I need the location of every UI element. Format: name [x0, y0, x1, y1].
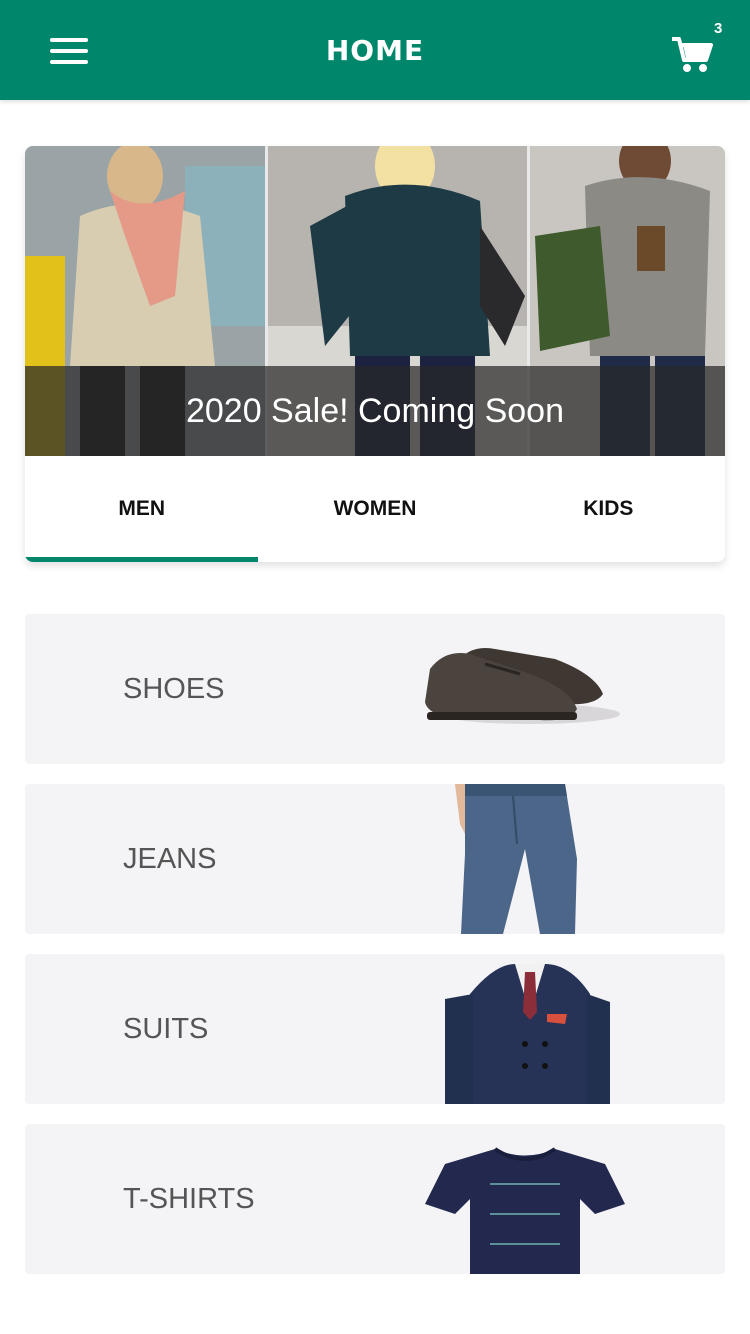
jeans-image — [455, 784, 577, 934]
menu-button[interactable] — [40, 28, 98, 74]
category-item-suits[interactable]: SUITS — [25, 954, 725, 1104]
cart-icon — [672, 37, 713, 72]
menu-icon-line — [50, 38, 88, 42]
sale-banner[interactable]: 2020 Sale! Coming Soon — [25, 146, 725, 456]
category-tabs: MEN WOMEN KIDS — [25, 456, 725, 562]
suit-image — [445, 964, 610, 1104]
page-title: HOME — [325, 33, 425, 67]
tshirt-image — [425, 1147, 625, 1274]
promo-card: 2020 Sale! Coming Soon MEN WOMEN KIDS — [25, 146, 725, 562]
app-bar: HOME 3 — [0, 0, 750, 100]
cart-count-badge: 3 — [714, 20, 723, 37]
cart-button[interactable]: 3 — [666, 20, 726, 76]
tab-men[interactable]: MEN — [25, 456, 259, 562]
category-item-tshirts[interactable]: T-SHIRTS — [25, 1124, 725, 1274]
category-item-jeans[interactable]: JEANS — [25, 784, 725, 934]
tab-kids[interactable]: KIDS — [492, 456, 725, 562]
menu-icon-line — [50, 60, 88, 64]
tab-women[interactable]: WOMEN — [258, 456, 491, 562]
banner-caption: 2020 Sale! Coming Soon — [25, 366, 725, 456]
shoes-image — [425, 648, 620, 724]
menu-icon-line — [50, 49, 88, 53]
category-item-shoes[interactable]: SHOES — [25, 614, 725, 764]
